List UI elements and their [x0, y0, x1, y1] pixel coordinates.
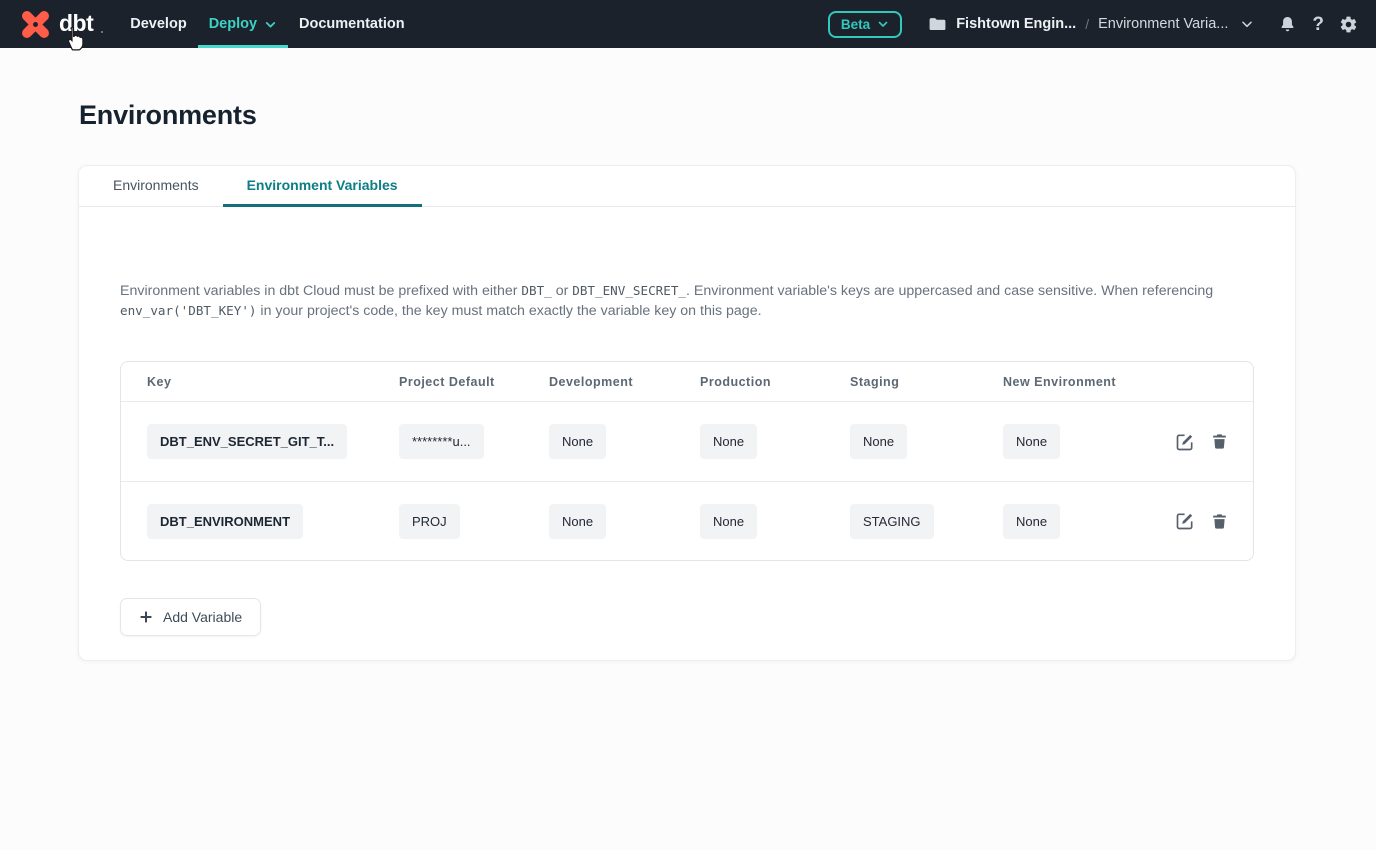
page-title: Environments — [79, 100, 1376, 131]
beta-label: Beta — [841, 17, 870, 32]
chevron-down-icon — [877, 18, 889, 30]
project-default-value-pill[interactable]: ********u... — [399, 424, 484, 459]
dbt-logo-icon — [20, 9, 51, 40]
add-variable-button[interactable]: Add Variable — [120, 598, 261, 636]
description-segment: or — [552, 283, 573, 299]
edit-variable-icon[interactable] — [1175, 511, 1195, 531]
dbt-logo[interactable]: dbt — [20, 0, 93, 48]
settings-gear-icon[interactable] — [1339, 15, 1358, 34]
nav-item-develop[interactable]: Develop — [119, 0, 197, 48]
tab-environments[interactable]: Environments — [89, 166, 223, 207]
development-value-pill[interactable]: None — [549, 424, 606, 459]
column-header-key: Key — [147, 375, 399, 389]
nav-item-label: Deploy — [209, 16, 257, 32]
dbt-logo-text: dbt — [59, 10, 93, 37]
table-row: DBT_ENVIRONMENT PROJ None None STAGING N… — [121, 481, 1253, 560]
new-environment-value-pill[interactable]: None — [1003, 424, 1060, 459]
variable-key-pill: DBT_ENVIRONMENT — [147, 504, 303, 539]
description-code: DBT_ENV_SECRET_ — [572, 283, 686, 298]
variable-key-pill: DBT_ENV_SECRET_GIT_T... — [147, 424, 347, 459]
breadcrumb-separator: / — [1085, 16, 1089, 32]
navbar-right: Beta Fishtown Engin... / Environment Var… — [828, 0, 1358, 48]
project-default-value-pill[interactable]: PROJ — [399, 504, 460, 539]
table-header-row: Key Project Default Development Producti… — [121, 362, 1253, 402]
breadcrumb: Fishtown Engin... / Environment Varia... — [928, 15, 1254, 34]
navbar-icon-group: ? — [1278, 15, 1358, 34]
top-navbar: dbt Develop Deploy Documentation Beta — [0, 0, 1376, 48]
nav-item-deploy[interactable]: Deploy — [198, 0, 288, 48]
production-value-pill[interactable]: None — [700, 504, 757, 539]
delete-variable-trash-icon[interactable] — [1210, 432, 1229, 451]
chevron-down-icon[interactable] — [1240, 17, 1254, 31]
column-header-production: Production — [700, 375, 850, 389]
environment-variables-table: Key Project Default Development Producti… — [120, 361, 1254, 561]
notifications-bell-icon[interactable] — [1278, 15, 1297, 34]
column-header-development: Development — [549, 375, 700, 389]
nav-item-documentation[interactable]: Documentation — [288, 0, 416, 48]
description-segment: Environment variables in dbt Cloud must … — [120, 283, 521, 299]
add-variable-label: Add Variable — [163, 609, 242, 625]
beta-dropdown[interactable]: Beta — [828, 11, 902, 38]
description-code: DBT_ — [521, 283, 551, 298]
help-glyph: ? — [1312, 15, 1324, 34]
environments-card: Environments Environment Variables Envir… — [78, 165, 1296, 661]
row-actions — [1175, 511, 1229, 531]
plus-icon — [139, 610, 153, 624]
edit-variable-icon[interactable] — [1175, 432, 1195, 452]
column-header-new-environment: New Environment — [1003, 375, 1175, 389]
help-icon[interactable]: ? — [1312, 15, 1324, 34]
logo-registered-dot — [101, 31, 103, 33]
tab-label: Environment Variables — [247, 177, 398, 193]
folder-icon — [928, 15, 947, 34]
main-nav: Develop Deploy Documentation — [119, 0, 415, 48]
development-value-pill[interactable]: None — [549, 504, 606, 539]
chevron-down-icon — [264, 18, 277, 31]
delete-variable-trash-icon[interactable] — [1210, 512, 1229, 531]
new-environment-value-pill[interactable]: None — [1003, 504, 1060, 539]
description-code: env_var('DBT_KEY') — [120, 303, 256, 318]
row-actions — [1175, 432, 1229, 452]
breadcrumb-page[interactable]: Environment Varia... — [1098, 16, 1228, 32]
tab-environment-variables[interactable]: Environment Variables — [223, 166, 422, 207]
description-segment: in your project's code, the key must mat… — [256, 303, 761, 319]
description-text: Environment variables in dbt Cloud must … — [120, 281, 1254, 321]
staging-value-pill[interactable]: None — [850, 424, 907, 459]
table-row: DBT_ENV_SECRET_GIT_T... ********u... Non… — [121, 402, 1253, 481]
nav-item-label: Develop — [130, 16, 186, 32]
staging-value-pill[interactable]: STAGING — [850, 504, 934, 539]
production-value-pill[interactable]: None — [700, 424, 757, 459]
breadcrumb-project[interactable]: Fishtown Engin... — [956, 16, 1076, 32]
column-header-staging: Staging — [850, 375, 1003, 389]
tab-label: Environments — [113, 177, 199, 193]
column-header-project-default: Project Default — [399, 375, 549, 389]
description-segment: . Environment variable's keys are upperc… — [686, 283, 1213, 299]
tab-bar: Environments Environment Variables — [79, 166, 1295, 207]
nav-item-label: Documentation — [299, 16, 405, 32]
